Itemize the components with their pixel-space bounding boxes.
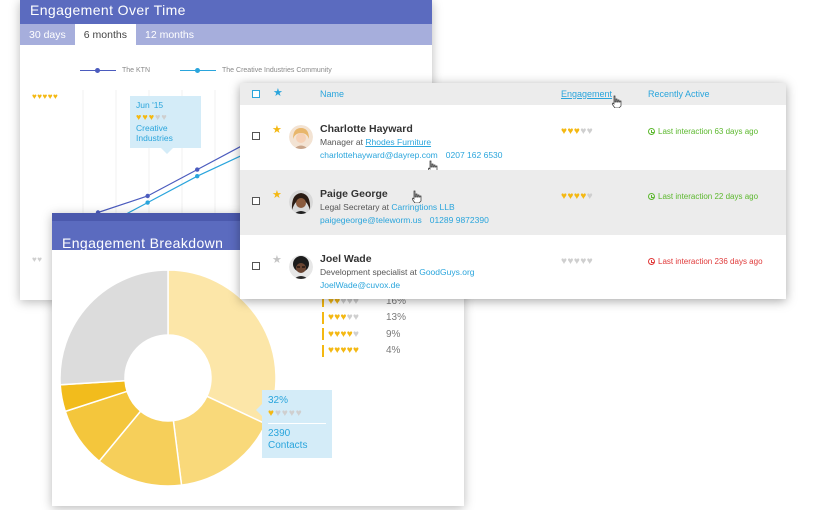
company-link[interactable]: Rhodes Furniture <box>365 137 431 147</box>
column-header-name[interactable]: Name <box>320 89 344 99</box>
column-header-engagement[interactable]: Engagement <box>561 89 612 99</box>
contact-name[interactable]: Charlotte Hayward <box>320 123 413 135</box>
avatar <box>289 255 313 279</box>
contact-phone[interactable]: 01289 9872390 <box>430 215 489 225</box>
contact-email[interactable]: JoelWade@cuvox.de <box>320 280 400 290</box>
tooltip-hearts: ♥♥♥♥♥ <box>268 408 303 419</box>
chart-point-tooltip: Jun '15 ♥♥♥♥♥ Creative Industries <box>130 96 201 154</box>
table-header: ★ Name Engagement Recently Active <box>240 83 786 108</box>
contact-details: charlottehayward@dayrep.com 0207 162 6530 <box>320 150 503 160</box>
clock-icon <box>648 258 655 265</box>
breakdown-row-3[interactable]: ♥♥♥♥♥ 13% <box>322 310 406 327</box>
table-row[interactable]: ★ Paige George Legal Secretary at Carrin… <box>240 170 786 235</box>
tooltip-series-line2: Industries <box>136 133 173 143</box>
company-link[interactable]: Carringtions LLB <box>391 202 454 212</box>
contact-email[interactable]: charlottehayward@dayrep.com <box>320 150 438 160</box>
select-all-checkbox[interactable] <box>252 90 260 98</box>
last-interaction: Last interaction 236 days ago <box>648 257 763 266</box>
y-axis-bottom-hearts: ♥♥ <box>32 255 43 264</box>
contacts-table-card: ★ Name Engagement Recently Active ★ Char… <box>240 83 786 299</box>
last-interaction: Last interaction 22 days ago <box>648 192 758 201</box>
star-column-icon[interactable]: ★ <box>273 88 283 99</box>
contact-details: JoelWade@cuvox.de <box>320 280 400 290</box>
tooltip-series-line1: Creative <box>136 123 168 133</box>
contact-role: Manager at Rhodes Furniture <box>320 137 432 147</box>
avatar <box>289 125 313 149</box>
star-icon[interactable]: ★ <box>272 190 282 201</box>
series-point <box>145 193 150 199</box>
breakdown-list: ♥♥♥♥♥ 16% ♥♥♥♥♥ 13% ♥♥♥♥♥ 9% ♥♥♥♥♥ 4% <box>322 293 406 359</box>
engagement-hearts: ♥♥♥♥♥ <box>561 256 594 267</box>
series-point <box>145 200 150 205</box>
contact-details: paigegeorge@teleworm.us 01289 9872390 <box>320 215 489 225</box>
company-link[interactable]: GoodGuys.org <box>419 267 474 277</box>
star-icon[interactable]: ★ <box>272 125 282 136</box>
engagement-hearts: ♥♥♥♥♥ <box>561 126 594 137</box>
tooltip-count: 2390 <box>268 428 291 439</box>
last-interaction: Last interaction 63 days ago <box>648 127 758 136</box>
clock-icon <box>648 193 655 200</box>
row-checkbox[interactable] <box>252 196 260 205</box>
contact-phone[interactable]: 0207 162 6530 <box>446 150 503 160</box>
tooltip-percent: 32% <box>268 395 289 406</box>
column-header-recently-active[interactable]: Recently Active <box>648 89 710 99</box>
star-icon[interactable]: ★ <box>272 255 282 266</box>
tooltip-date: Jun '15 <box>136 100 164 110</box>
contact-email[interactable]: paigegeorge@teleworm.us <box>320 215 422 225</box>
avatar <box>289 190 313 214</box>
breakdown-row-5[interactable]: ♥♥♥♥♥ 4% <box>322 343 406 360</box>
row-checkbox[interactable] <box>252 261 260 270</box>
series-point <box>195 174 200 179</box>
engagement-hearts: ♥♥♥♥♥ <box>561 191 594 202</box>
donut-slice-tooltip: 32% ♥♥♥♥♥ 2390 Contacts <box>256 390 332 458</box>
clock-icon <box>648 128 655 135</box>
series-point <box>195 167 200 172</box>
donut-slice <box>59 269 169 386</box>
contact-name[interactable]: Paige George <box>320 188 388 200</box>
breakdown-row-4[interactable]: ♥♥♥♥♥ 9% <box>322 326 406 343</box>
contact-name[interactable]: Joel Wade <box>320 253 372 265</box>
table-row[interactable]: ★ Charlotte Hayward Manager at Rhodes Fu… <box>240 105 786 173</box>
y-axis-top-hearts: ♥♥♥♥♥ <box>32 92 59 101</box>
tooltip-hearts: ♥♥♥♥♥ <box>136 112 168 122</box>
contact-role: Legal Secretary at Carringtions LLB <box>320 202 455 212</box>
hand-cursor-icon <box>412 190 422 203</box>
table-row[interactable]: ★ Joel Wade Development specialist at Go… <box>240 235 786 300</box>
contact-role: Development specialist at GoodGuys.org <box>320 267 475 277</box>
tooltip-label: Contacts <box>268 440 308 451</box>
row-checkbox[interactable] <box>252 131 260 140</box>
